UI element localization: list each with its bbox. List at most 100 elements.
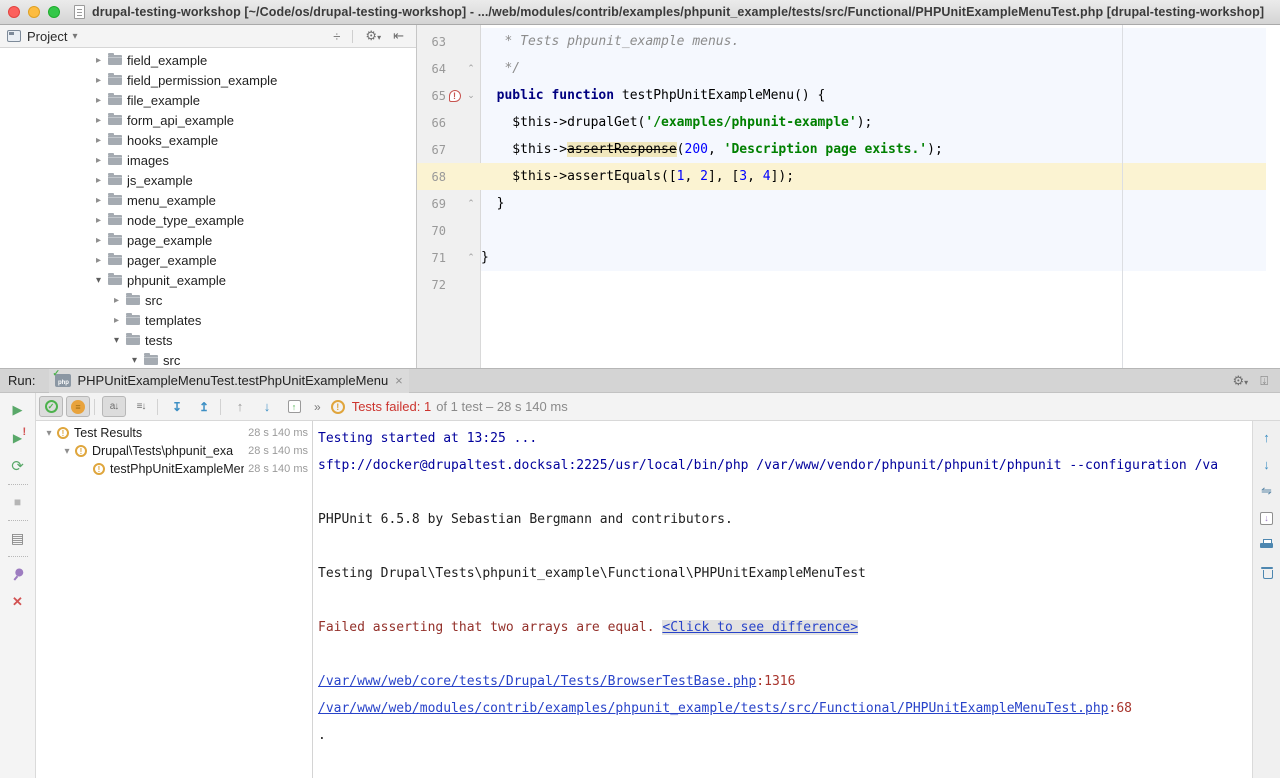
code-text[interactable]: }	[481, 190, 1266, 217]
code-text[interactable]: public function testPhpUnitExampleMenu()…	[481, 82, 1266, 109]
console-link[interactable]: /var/www/web/modules/contrib/examples/ph…	[318, 701, 1109, 716]
tree-arrow-icon[interactable]: ▸	[92, 255, 105, 266]
editor-line[interactable]: 72	[417, 271, 1266, 298]
stop-button[interactable]: ■	[7, 491, 29, 513]
zoom-window-button[interactable]	[48, 6, 60, 18]
divider[interactable]	[312, 421, 313, 778]
editor-line[interactable]: 67 $this->assertResponse(200, 'Descripti…	[417, 136, 1266, 163]
scroll-to-end-button[interactable]: ↓	[1256, 507, 1278, 529]
editor-line[interactable]: 69⌃ }	[417, 190, 1266, 217]
test-tree-item[interactable]: ▾!Drupal\Tests\phpunit_exa28 s 140 ms	[36, 442, 312, 460]
tree-arrow-icon[interactable]: ▸	[92, 155, 105, 166]
fold-marker-icon[interactable]: ⌃	[463, 252, 479, 263]
project-tree-item[interactable]: ▾src	[0, 350, 416, 368]
tree-arrow-icon[interactable]: ▸	[92, 55, 105, 66]
next-failed-test-button[interactable]: ↓	[255, 396, 279, 417]
tree-arrow-icon[interactable]: ▾	[110, 335, 123, 346]
console-link[interactable]: <Click to see difference>	[662, 620, 858, 635]
project-tree-item[interactable]: ▸field_permission_example	[0, 70, 416, 90]
project-tree-item[interactable]: ▸node_type_example	[0, 210, 416, 230]
project-tree-item[interactable]: ▸pager_example	[0, 250, 416, 270]
tree-arrow-icon[interactable]: ▸	[92, 95, 105, 106]
expand-all-button[interactable]: ↧	[165, 396, 189, 417]
tree-arrow-icon[interactable]: ▸	[110, 315, 123, 326]
import-test-results-button[interactable]: ↑	[282, 396, 306, 417]
project-tree-item[interactable]: ▾phpunit_example	[0, 270, 416, 290]
tree-arrow-icon[interactable]: ▾	[60, 446, 74, 457]
test-failed-gutter-icon[interactable]: !	[449, 90, 461, 102]
code-text[interactable]: $this->assertEquals([1, 2], [3, 4]);	[481, 163, 1266, 190]
project-tree-item[interactable]: ▸src	[0, 290, 416, 310]
editor-line[interactable]: 64⌃ */	[417, 55, 1266, 82]
close-window-button[interactable]	[8, 6, 20, 18]
code-text[interactable]: * Tests phpunit_example menus.	[481, 28, 1266, 55]
project-tree-item[interactable]: ▸page_example	[0, 230, 416, 250]
previous-failed-test-button[interactable]: ↑	[228, 396, 252, 417]
project-panel-title[interactable]: Project	[27, 29, 67, 44]
show-ignored-button[interactable]: ≡	[66, 396, 90, 417]
down-stacktrace-button[interactable]: ↓	[1256, 453, 1278, 475]
rerun-failed-tests-button[interactable]: ▶	[13, 431, 22, 445]
project-tree-item[interactable]: ▸templates	[0, 310, 416, 330]
project-tree-item[interactable]: ▸form_api_example	[0, 110, 416, 130]
gear-icon[interactable]: ⚙▾	[365, 28, 381, 44]
editor-line[interactable]: 66 $this->drupalGet('/examples/phpunit-e…	[417, 109, 1266, 136]
code-text[interactable]: }	[481, 244, 1266, 271]
code-text[interactable]	[481, 271, 1266, 298]
code-text[interactable]: $this->drupalGet('/examples/phpunit-exam…	[481, 109, 1266, 136]
tree-arrow-icon[interactable]: ▸	[110, 295, 123, 306]
project-tree-item[interactable]: ▸js_example	[0, 170, 416, 190]
editor-line[interactable]: 63 * Tests phpunit_example menus.	[417, 28, 1266, 55]
project-tree-item[interactable]: ▸hooks_example	[0, 130, 416, 150]
tree-arrow-icon[interactable]: ▸	[92, 115, 105, 126]
close-run-panel-button[interactable]: ✕	[7, 591, 29, 613]
tree-arrow-icon[interactable]: ▸	[92, 175, 105, 186]
editor-line[interactable]: 68 $this->assertEquals([1, 2], [3, 4]);	[417, 163, 1266, 190]
tree-arrow-icon[interactable]: ▸	[92, 195, 105, 206]
test-tree-item[interactable]: ▾!Test Results28 s 140 ms	[36, 424, 312, 442]
sort-by-duration-button[interactable]: ≡↓	[129, 396, 153, 417]
test-console-output[interactable]: Testing started at 13:25 ...sftp://docke…	[314, 421, 1252, 778]
tree-arrow-icon[interactable]: ▸	[92, 235, 105, 246]
sort-alphabetically-button[interactable]: a↓	[102, 396, 126, 417]
editor-line[interactable]: 71⌃}	[417, 244, 1266, 271]
fold-marker-icon[interactable]: ⌃	[463, 63, 479, 74]
project-tree-item[interactable]: ▸menu_example	[0, 190, 416, 210]
test-tree-item[interactable]: !testPhpUnitExampleMenu28 s 140 ms	[36, 460, 312, 478]
code-text[interactable]: $this->assertResponse(200, 'Description …	[481, 136, 1266, 163]
rerun-button[interactable]: ▶	[7, 399, 29, 421]
fold-marker-icon[interactable]: ⌃	[463, 198, 479, 209]
tree-arrow-icon[interactable]: ▸	[92, 135, 105, 146]
chevron-down-icon[interactable]: ▾	[72, 31, 77, 42]
show-passed-button[interactable]: ✓	[39, 396, 63, 417]
toggle-auto-test-button[interactable]: ⟳	[7, 455, 29, 477]
pin-tab-button[interactable]	[7, 563, 29, 585]
project-tree-item[interactable]: ▸field_example	[0, 50, 416, 70]
project-tree-item[interactable]: ▾tests	[0, 330, 416, 350]
tree-arrow-icon[interactable]: ▾	[128, 355, 141, 366]
restore-layout-button[interactable]: ▤	[7, 527, 29, 549]
hide-panel-icon[interactable]: ⇤	[393, 28, 404, 44]
project-tree-item[interactable]: ▸images	[0, 150, 416, 170]
more-actions-chevrons[interactable]: »	[314, 400, 321, 414]
close-tab-icon[interactable]: ×	[395, 373, 403, 388]
tree-arrow-icon[interactable]: ▸	[92, 215, 105, 226]
soft-wrap-button[interactable]: ⇋	[1256, 480, 1278, 502]
collapse-all-button[interactable]: ↥	[192, 396, 216, 417]
code-editor[interactable]: 63 * Tests phpunit_example menus.64⌃ */6…	[417, 25, 1280, 368]
print-button[interactable]	[1256, 534, 1278, 556]
editor-line[interactable]: 65!⌄ public function testPhpUnitExampleM…	[417, 82, 1266, 109]
hide-panel-icon[interactable]: ⍗	[1260, 373, 1268, 389]
clear-all-button[interactable]	[1256, 561, 1278, 583]
minimize-window-button[interactable]	[28, 6, 40, 18]
editor-line[interactable]: 70	[417, 217, 1266, 244]
tree-arrow-icon[interactable]: ▾	[42, 428, 56, 439]
code-text[interactable]	[481, 217, 1266, 244]
run-configuration-tab[interactable]: php ✓ PHPUnitExampleMenuTest.testPhpUnit…	[49, 369, 408, 393]
console-link[interactable]: /var/www/web/core/tests/Drupal/Tests/Bro…	[318, 674, 756, 689]
fold-marker-icon[interactable]: ⌄	[463, 90, 479, 101]
tree-arrow-icon[interactable]: ▾	[92, 275, 105, 286]
gear-icon[interactable]: ⚙▾	[1233, 373, 1249, 389]
project-tree-item[interactable]: ▸file_example	[0, 90, 416, 110]
tree-arrow-icon[interactable]: ▸	[92, 75, 105, 86]
